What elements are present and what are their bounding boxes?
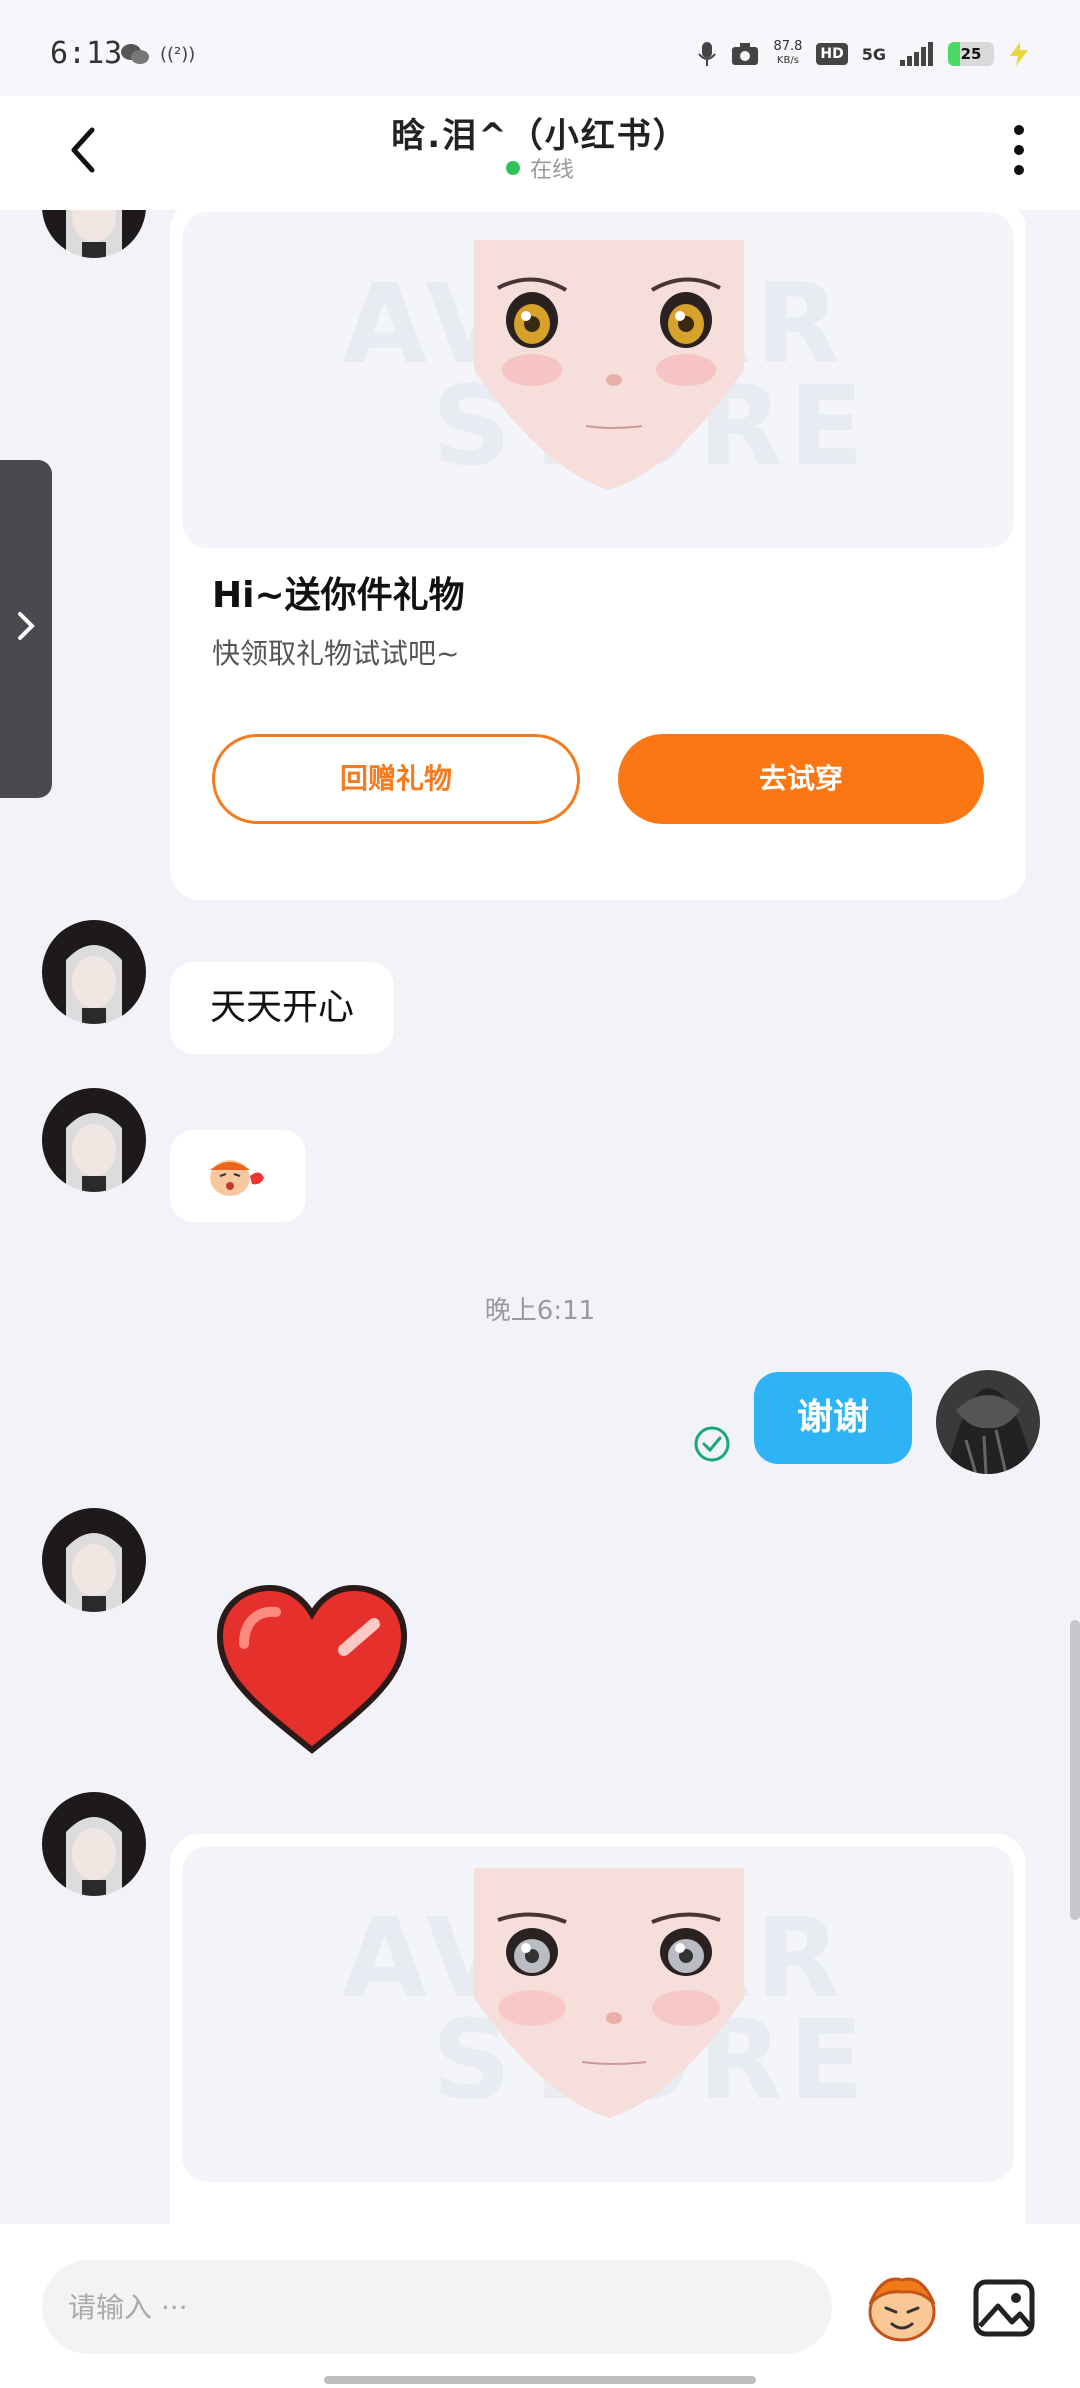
gift-preview-image: AVATAR STORE — [182, 1846, 1014, 2182]
online-label: 在线 — [529, 158, 574, 183]
sent-check-icon — [694, 1426, 730, 1462]
contact-avatar[interactable] — [42, 1508, 146, 1612]
contact-avatar[interactable] — [42, 210, 146, 258]
try-on-button[interactable]: 去试穿 — [618, 734, 984, 824]
emoji-sticker-icon — [210, 1160, 264, 1196]
wechat-icon — [121, 44, 149, 64]
scrollbar[interactable] — [1070, 1620, 1080, 1920]
battery-level: 25 — [960, 45, 982, 63]
input-bar — [0, 2224, 1080, 2388]
message-input[interactable] — [42, 2260, 832, 2354]
gift-title: Hi~送你件礼物 — [212, 575, 465, 616]
more-icon[interactable] — [1004, 122, 1034, 178]
avatar-face-image — [474, 1868, 744, 2118]
status-time: 6:13 — [50, 36, 123, 71]
contact-avatar[interactable] — [42, 920, 146, 1024]
heart-sticker-icon[interactable] — [214, 1584, 410, 1758]
net-speed-unit: KB/s — [776, 55, 799, 66]
gift-card[interactable]: AVATAR STORE Hi~送你件礼物 快领取礼物试试吧~ — [170, 210, 1026, 900]
image-icon[interactable] — [972, 2276, 1036, 2340]
network-type: 5G — [861, 44, 886, 64]
online-dot — [505, 161, 520, 175]
signal-icon — [900, 42, 933, 66]
gift-card[interactable]: AVATAR STORE — [170, 1834, 1026, 2224]
message-bubble-incoming[interactable] — [170, 1130, 306, 1222]
gift-subtitle: 快领取礼物试试吧~ — [212, 637, 460, 670]
return-gift-button[interactable]: 回赠礼物 — [212, 734, 580, 824]
side-panel-chevron-icon — [18, 612, 35, 640]
gift-preview-image: AVATAR STORE — [182, 212, 1014, 548]
side-panel-toggle[interactable] — [0, 460, 52, 798]
status-icons: 87.8 KB/s HD 5G 25 — [697, 34, 1030, 74]
my-avatar[interactable] — [936, 1370, 1040, 1474]
microphone-icon — [698, 42, 717, 66]
hd-badge: HD — [816, 43, 848, 65]
hotspot-icon: ((²)) — [160, 44, 196, 65]
contact-avatar[interactable] — [42, 1088, 146, 1192]
charging-icon — [1010, 42, 1028, 66]
net-speed-value: 87.8 — [773, 39, 803, 54]
avatar-face-image — [474, 240, 744, 490]
emoji-icon[interactable] — [862, 2270, 942, 2344]
status-bar: 6:13 ((²)) 87.8 KB/s HD 5G 25 — [0, 0, 1080, 96]
message-bubble-incoming[interactable]: 天天开心 — [170, 962, 395, 1054]
online-status: 在线 — [0, 152, 1080, 184]
message-list[interactable]: AVATAR STORE Hi~送你件礼物 快领取礼物试试吧~ — [0, 210, 1080, 2224]
network-speed: 87.8 KB/s — [773, 40, 802, 68]
home-indicator[interactable] — [324, 2376, 756, 2384]
time-divider: 晚上6:11 — [484, 1296, 596, 1326]
camera-icon — [732, 43, 759, 65]
message-bubble-outgoing[interactable]: 谢谢 — [754, 1372, 912, 1464]
battery-indicator: 25 — [948, 42, 994, 66]
contact-name: 晗.泪^（小红书） — [391, 116, 689, 156]
contact-avatar[interactable] — [42, 1792, 146, 1896]
chat-header: 晗.泪^（小红书） 在线 — [0, 96, 1080, 210]
